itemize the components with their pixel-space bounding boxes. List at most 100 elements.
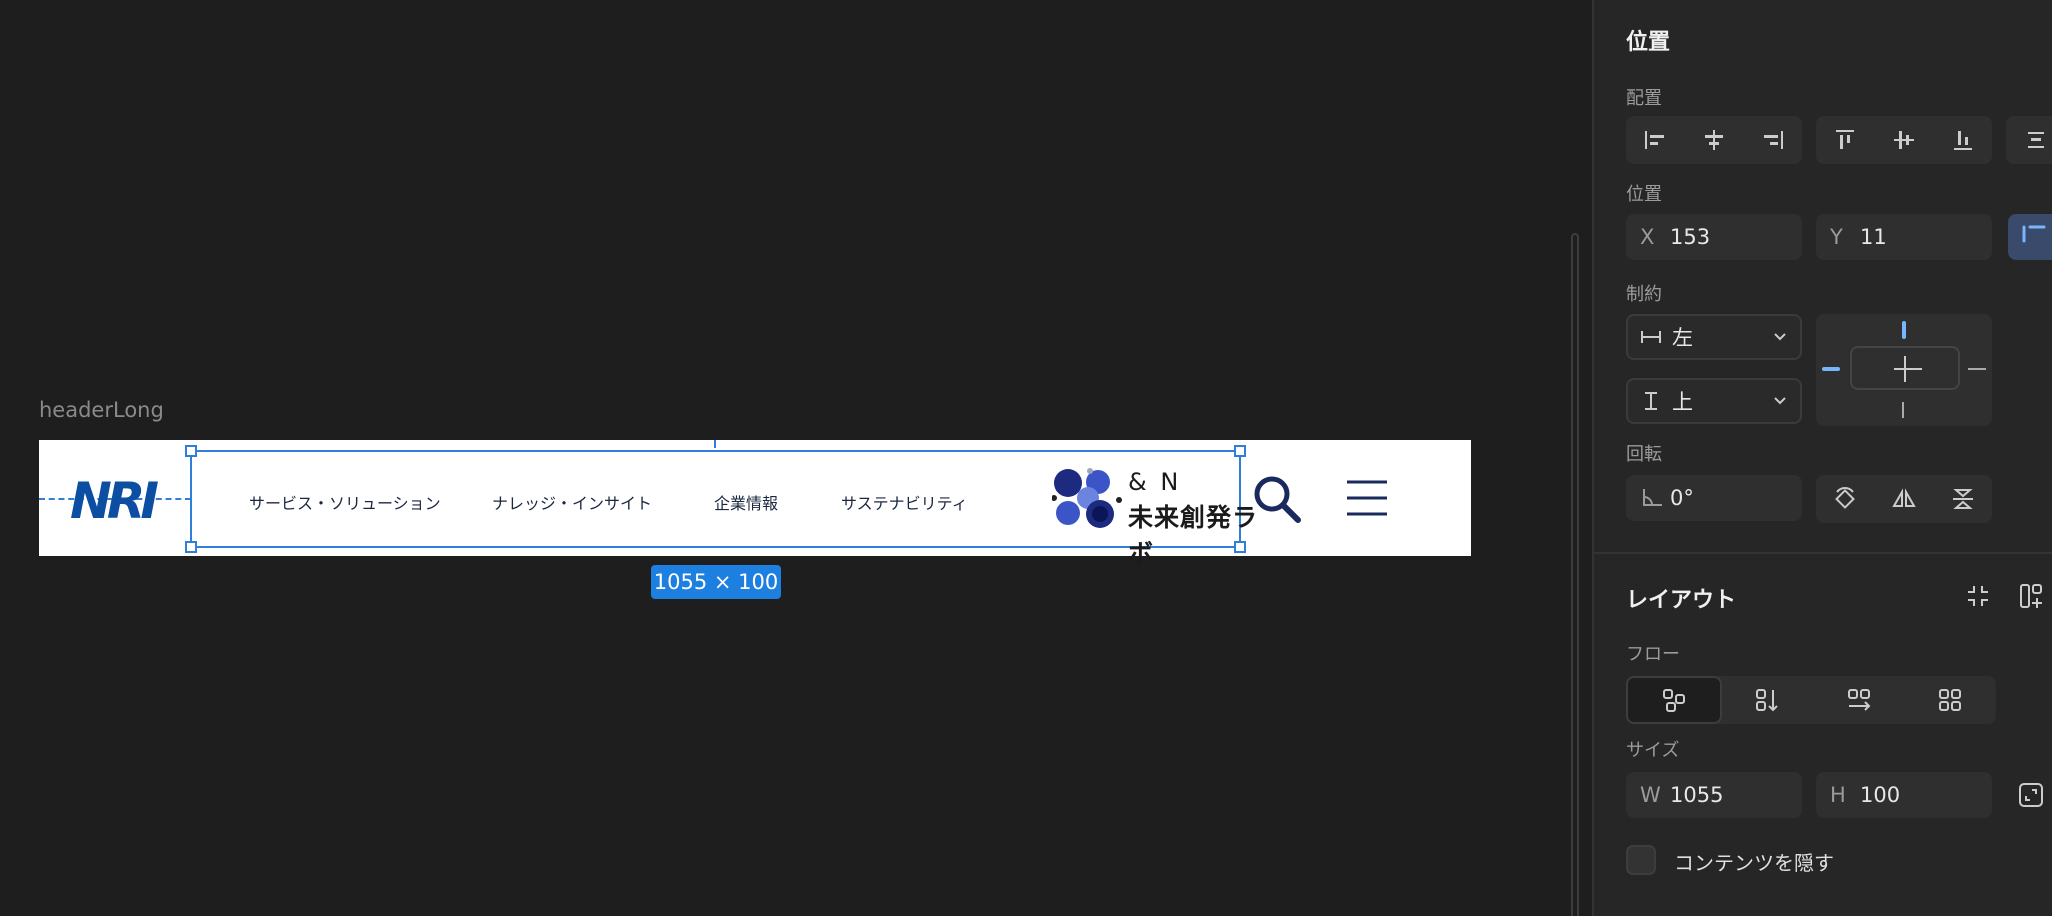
align-right-icon: [1763, 131, 1783, 149]
angle-icon: [1643, 489, 1662, 506]
align-center-horizontal-icon: [1705, 130, 1723, 150]
constraint-right-indicator[interactable]: [1968, 368, 1986, 370]
flow-freeform-button[interactable]: [1626, 676, 1722, 724]
nri-logo[interactable]: NRI: [70, 472, 159, 530]
align-middle-icon: [1894, 131, 1914, 149]
nav-item-knowledge[interactable]: ナレッジ・インサイト: [492, 490, 652, 514]
align-bottom-icon: [1953, 131, 1972, 150]
brand-logo[interactable]: & N 未来創発ラボ: [1052, 468, 1267, 568]
collapse-icon[interactable]: [1964, 582, 1992, 610]
resize-handle-top-right[interactable]: [1234, 445, 1246, 457]
nav-item-services[interactable]: サービス・ソリューション: [249, 490, 441, 514]
distribute-button[interactable]: [2006, 116, 2052, 164]
chevron-down-icon: [1774, 333, 1786, 341]
align-top-icon: [1836, 130, 1855, 149]
distribute-icon: [2028, 132, 2044, 148]
flow-group: [1626, 676, 1996, 724]
height-field[interactable]: H 100: [1816, 772, 1992, 818]
grid-layout-icon: [1939, 689, 1962, 711]
h-prefix: H: [1830, 783, 1846, 807]
clip-content-checkbox[interactable]: [1626, 845, 1656, 875]
y-value[interactable]: 11: [1860, 225, 1887, 249]
flip-horizontal-icon: [1892, 488, 1916, 507]
freeform-layout-icon: [1662, 689, 1685, 712]
vertical-align-group: [1816, 116, 1992, 164]
width-field[interactable]: W 1055: [1626, 772, 1802, 818]
constraint-corner-icon: [2022, 225, 2046, 243]
rotation-label: 回転: [1626, 444, 1662, 465]
size-label: サイズ: [1626, 740, 1680, 761]
align-center-h-button[interactable]: [1685, 116, 1744, 164]
y-prefix: Y: [1830, 225, 1843, 249]
align-right-button[interactable]: [1743, 116, 1802, 164]
horizontal-constraint-icon: [1641, 331, 1661, 343]
constraints-label: 制約: [1626, 284, 1662, 305]
x-position-field[interactable]: X 153: [1626, 214, 1802, 260]
constraint-left-indicator[interactable]: [1822, 367, 1840, 371]
w-prefix: W: [1640, 783, 1661, 807]
x-prefix: X: [1640, 225, 1655, 249]
y-position-field[interactable]: Y 11: [1816, 214, 1992, 260]
flip-vertical-button[interactable]: [1933, 475, 1992, 523]
horizontal-constraint-select[interactable]: 左: [1626, 314, 1802, 360]
flow-label: フロー: [1626, 644, 1680, 665]
flow-vertical-button[interactable]: [1722, 676, 1814, 724]
frame-label[interactable]: headerLong: [39, 398, 164, 422]
hamburger-menu-icon[interactable]: [1345, 478, 1389, 518]
align-left-icon: [1645, 131, 1665, 149]
x-value[interactable]: 153: [1670, 225, 1710, 249]
position-lock-button[interactable]: [2008, 214, 2052, 260]
clip-content-label[interactable]: コンテンツを隠す: [1674, 847, 1834, 876]
align-top-button[interactable]: [1816, 116, 1875, 164]
align-left-button[interactable]: [1626, 116, 1685, 164]
align-bottom-button[interactable]: [1933, 116, 1992, 164]
resize-handle-top-left[interactable]: [185, 445, 197, 457]
add-layout-icon[interactable]: [2018, 582, 2046, 610]
flow-grid-button[interactable]: [1905, 676, 1997, 724]
section-divider: [1594, 552, 2052, 554]
properties-panel: 位置 配置 位置 X 153 Y 11 制約 左 上 回転 0° レイアウト フ…: [1592, 0, 2052, 916]
chevron-down-icon: [1774, 397, 1786, 405]
constraint-bottom-indicator[interactable]: [1902, 402, 1904, 418]
brand-mark-icon: [1052, 468, 1122, 528]
width-value[interactable]: 1055: [1670, 783, 1723, 807]
search-icon[interactable]: [1252, 474, 1302, 524]
size-badge: 1055 × 100: [651, 565, 781, 599]
horizontal-constraint-value: 左: [1672, 326, 1693, 350]
brand-line2: 未来創発ラボ: [1128, 503, 1259, 568]
rotate-button[interactable]: [1816, 475, 1875, 523]
transform-group: [1816, 475, 1992, 523]
flip-horizontal-button[interactable]: [1875, 475, 1934, 523]
align-middle-button[interactable]: [1875, 116, 1934, 164]
vertical-flow-icon: [1756, 689, 1778, 712]
nav-item-company[interactable]: 企業情報: [714, 490, 778, 514]
horizontal-flow-icon: [1847, 689, 1871, 711]
design-canvas[interactable]: headerLong NRI サービス・ソリューション ナレッジ・インサイト 企…: [0, 0, 1592, 916]
scrollbar[interactable]: [1571, 233, 1579, 916]
layout-section-title: レイアウト: [1626, 588, 1737, 613]
horizontal-align-group: [1626, 116, 1802, 164]
rotation-field[interactable]: 0°: [1626, 475, 1802, 521]
constraint-widget[interactable]: [1816, 314, 1992, 426]
rotation-value[interactable]: 0°: [1670, 486, 1694, 510]
flow-horizontal-button[interactable]: [1813, 676, 1905, 724]
align-label: 配置: [1626, 88, 1662, 109]
flip-vertical-icon: [1952, 489, 1973, 509]
center-tick: [714, 440, 716, 448]
rotate-icon: [1835, 487, 1856, 509]
constraint-top-indicator[interactable]: [1902, 321, 1906, 339]
resize-to-fit-icon[interactable]: [2018, 782, 2044, 808]
resize-handle-bottom-left[interactable]: [185, 541, 197, 553]
height-value[interactable]: 100: [1860, 783, 1900, 807]
position-section-title: 位置: [1626, 30, 1671, 55]
distribute-group: [2006, 116, 2052, 164]
constraint-center-h[interactable]: [1894, 368, 1922, 370]
vertical-constraint-value: 上: [1672, 390, 1693, 414]
header-frame[interactable]: NRI サービス・ソリューション ナレッジ・インサイト 企業情報 サステナビリテ…: [39, 440, 1471, 568]
vertical-constraint-select[interactable]: 上: [1626, 378, 1802, 424]
position-label: 位置: [1626, 184, 1662, 205]
brand-line1: & N: [1128, 468, 1182, 496]
constraint-center-v[interactable]: [1904, 356, 1906, 382]
vertical-constraint-icon: [1645, 392, 1657, 410]
nav-item-sustainability[interactable]: サステナビリティ: [841, 490, 968, 514]
